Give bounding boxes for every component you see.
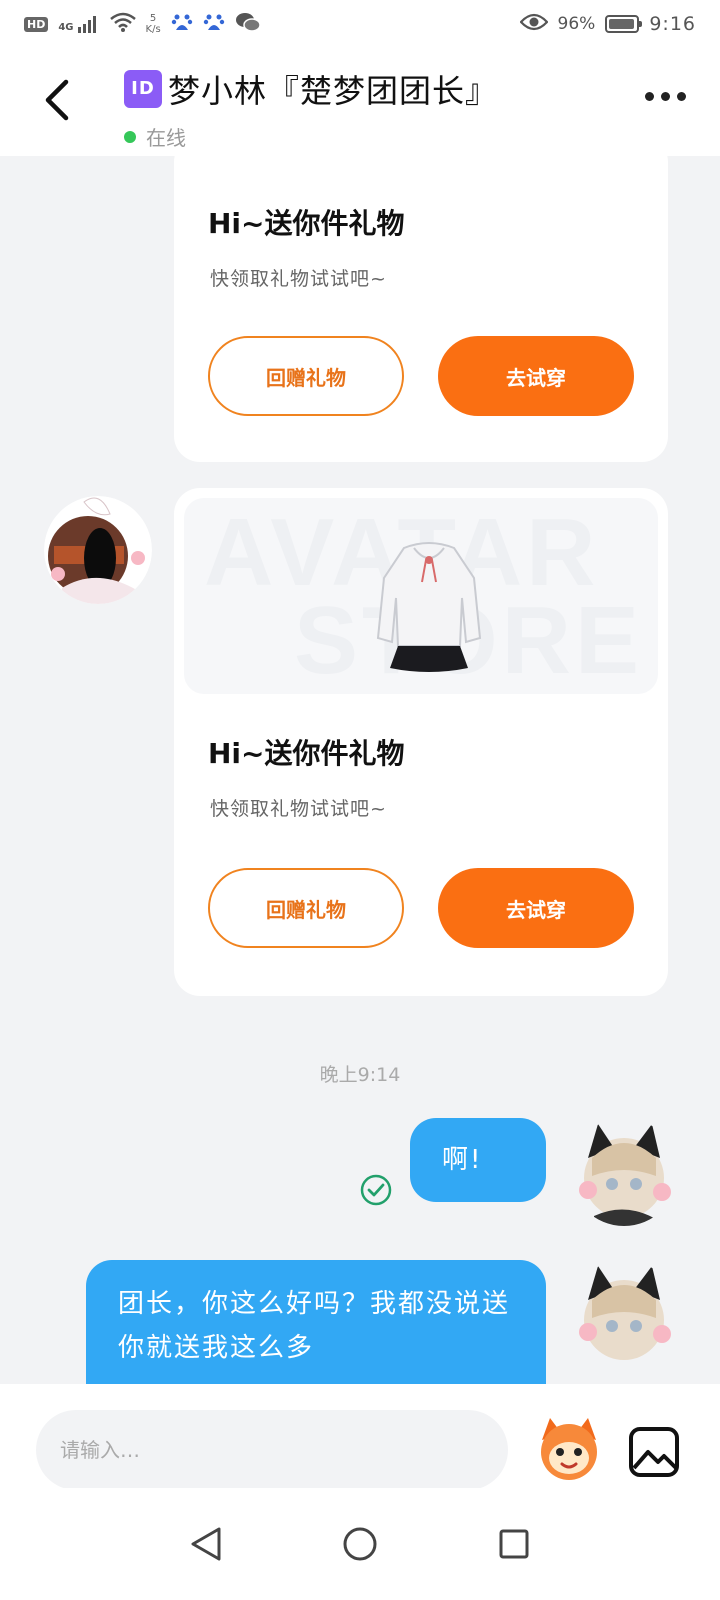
status-right: 96% 9:16 <box>519 12 696 37</box>
battery-icon <box>605 15 643 33</box>
gift-card-subtitle: 快领取礼物试试吧~ <box>210 798 387 820</box>
back-button[interactable] <box>36 74 84 126</box>
my-avatar[interactable] <box>570 1118 678 1226</box>
online-status-text: 在线 <box>146 126 186 150</box>
status-left: HD 4G 5 K/s <box>24 11 261 38</box>
status-bar: HD 4G 5 K/s 96% 9:16 <box>0 0 720 48</box>
chat-title-area[interactable]: ID 梦小林『楚梦团团长』 在线 <box>124 66 498 151</box>
my-avatar[interactable] <box>570 1260 678 1368</box>
chat-header: ID 梦小林『楚梦团团长』 在线 <box>0 48 720 156</box>
battery-fill <box>609 19 635 29</box>
nav-back-button[interactable] <box>184 1522 228 1566</box>
nav-recents-button[interactable] <box>492 1522 536 1566</box>
gift-preview-image[interactable]: AVATAR STORE <box>184 498 658 694</box>
baidu-icon <box>171 11 193 38</box>
mascot-sticker-icon <box>541 1418 597 1480</box>
message-timestamp: 晚上9:14 <box>319 1064 401 1086</box>
signal-label: 4G <box>58 22 74 33</box>
image-button[interactable] <box>628 1426 680 1478</box>
online-dot-icon <box>124 130 136 143</box>
nav-home-button[interactable] <box>338 1522 382 1566</box>
gift-card: Hi~送你件礼物 快领取礼物试试吧~ 回赠礼物 去试穿 <box>174 156 668 462</box>
sticker-button[interactable] <box>534 1414 604 1484</box>
wifi-icon <box>109 12 136 37</box>
cat-girl-avatar-icon <box>570 1260 678 1368</box>
wechat-icon <box>235 11 261 38</box>
square-recents-icon <box>499 1529 529 1559</box>
triangle-back-icon <box>191 1527 221 1561</box>
signal-icon: 4G <box>58 15 99 33</box>
hd-icon: HD <box>24 16 49 32</box>
net-speed-value: 5 <box>149 13 157 24</box>
cat-avatar-icon <box>44 496 152 604</box>
online-status: 在线 <box>124 122 498 151</box>
clock: 9:16 <box>649 13 696 35</box>
my-message-bubble[interactable]: 团长，你这么好吗？我都没说送你就送我这么多 <box>86 1260 546 1384</box>
contact-name-text: 梦小林『楚梦团团长』 <box>168 72 499 110</box>
try-on-button[interactable]: 去试穿 <box>438 336 634 416</box>
more-dots-icon <box>661 92 670 101</box>
gift-card-title: Hi~送你件礼物 <box>208 207 405 240</box>
image-icon <box>629 1427 679 1477</box>
input-bar <box>0 1384 720 1490</box>
eye-icon <box>519 12 549 37</box>
net-speed-unit: K/s <box>145 24 161 35</box>
more-dots-icon <box>677 92 686 101</box>
id-badge-icon: ID <box>124 70 162 108</box>
gift-card: AVATAR STORE Hi~送你件礼物 快领取礼物试试吧~ 回赠礼物 去试穿 <box>174 488 668 996</box>
circle-home-icon <box>343 1527 377 1561</box>
return-gift-button[interactable]: 回赠礼物 <box>208 868 404 948</box>
hoodie-outfit-icon <box>376 542 482 672</box>
gift-card-subtitle: 快领取礼物试试吧~ <box>210 268 387 290</box>
gift-card-title: Hi~送你件礼物 <box>208 737 405 770</box>
return-gift-button[interactable]: 回赠礼物 <box>208 336 404 416</box>
contact-name: ID 梦小林『楚梦团团长』 <box>124 66 498 112</box>
message-input[interactable] <box>36 1410 508 1490</box>
more-button[interactable] <box>645 92 686 101</box>
contact-avatar[interactable] <box>44 496 152 604</box>
my-message-bubble[interactable]: 啊! <box>410 1118 546 1202</box>
chat-messages[interactable]: Hi~送你件礼物 快领取礼物试试吧~ 回赠礼物 去试穿 AVATAR STORE <box>0 156 720 1384</box>
read-check-icon <box>360 1174 392 1206</box>
battery-percent: 96% <box>557 14 596 34</box>
cat-girl-avatar-icon <box>570 1118 678 1226</box>
more-dots-icon <box>645 92 654 101</box>
system-nav-bar <box>0 1488 720 1600</box>
baidu-icon <box>203 11 225 38</box>
chevron-left-icon <box>45 79 69 121</box>
try-on-button[interactable]: 去试穿 <box>438 868 634 948</box>
net-speed: 5 K/s <box>146 13 161 35</box>
